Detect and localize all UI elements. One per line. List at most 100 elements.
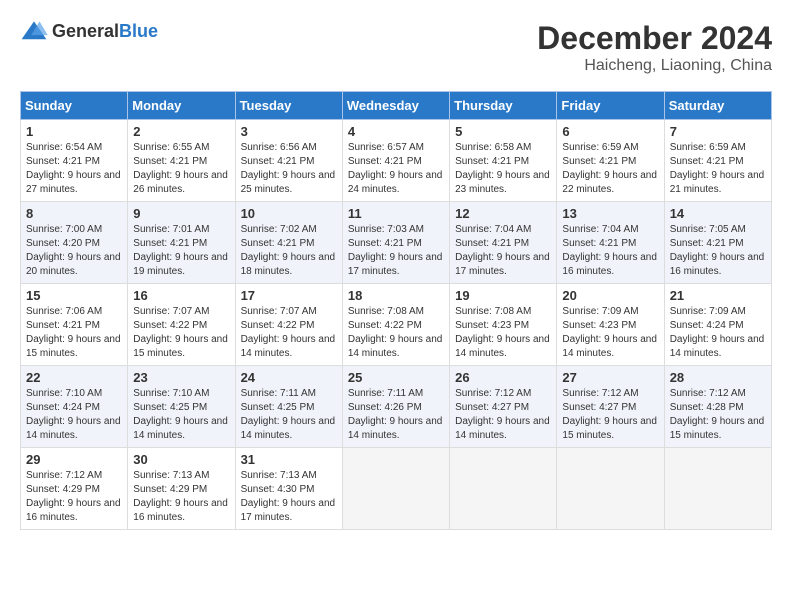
calendar-day-cell: 30 Sunrise: 7:13 AM Sunset: 4:29 PM Dayl… bbox=[128, 448, 235, 530]
day-number: 2 bbox=[133, 124, 229, 139]
logo: GeneralBlue bbox=[20, 20, 158, 42]
weekday-header-thursday: Thursday bbox=[450, 92, 557, 120]
day-number: 21 bbox=[670, 288, 766, 303]
weekday-header-friday: Friday bbox=[557, 92, 664, 120]
calendar-day-cell bbox=[557, 448, 664, 530]
day-number: 23 bbox=[133, 370, 229, 385]
weekday-header-row: SundayMondayTuesdayWednesdayThursdayFrid… bbox=[21, 92, 772, 120]
day-info: Sunrise: 7:05 AM Sunset: 4:21 PM Dayligh… bbox=[670, 224, 765, 277]
weekday-header-monday: Monday bbox=[128, 92, 235, 120]
calendar-day-cell: 18 Sunrise: 7:08 AM Sunset: 4:22 PM Dayl… bbox=[342, 284, 449, 366]
day-number: 5 bbox=[455, 124, 551, 139]
calendar-day-cell: 26 Sunrise: 7:12 AM Sunset: 4:27 PM Dayl… bbox=[450, 366, 557, 448]
day-number: 29 bbox=[26, 452, 122, 467]
calendar-day-cell: 12 Sunrise: 7:04 AM Sunset: 4:21 PM Dayl… bbox=[450, 202, 557, 284]
day-number: 11 bbox=[348, 206, 444, 221]
calendar-day-cell: 25 Sunrise: 7:11 AM Sunset: 4:26 PM Dayl… bbox=[342, 366, 449, 448]
weekday-header-saturday: Saturday bbox=[664, 92, 771, 120]
calendar-table: SundayMondayTuesdayWednesdayThursdayFrid… bbox=[20, 91, 772, 530]
calendar-day-cell: 20 Sunrise: 7:09 AM Sunset: 4:23 PM Dayl… bbox=[557, 284, 664, 366]
day-info: Sunrise: 7:09 AM Sunset: 4:23 PM Dayligh… bbox=[562, 306, 657, 359]
day-number: 7 bbox=[670, 124, 766, 139]
day-info: Sunrise: 7:11 AM Sunset: 4:25 PM Dayligh… bbox=[241, 388, 336, 441]
day-number: 14 bbox=[670, 206, 766, 221]
calendar-day-cell: 10 Sunrise: 7:02 AM Sunset: 4:21 PM Dayl… bbox=[235, 202, 342, 284]
calendar-day-cell: 8 Sunrise: 7:00 AM Sunset: 4:20 PM Dayli… bbox=[21, 202, 128, 284]
day-number: 24 bbox=[241, 370, 337, 385]
calendar-day-cell: 27 Sunrise: 7:12 AM Sunset: 4:27 PM Dayl… bbox=[557, 366, 664, 448]
calendar-week-row: 15 Sunrise: 7:06 AM Sunset: 4:21 PM Dayl… bbox=[21, 284, 772, 366]
day-number: 8 bbox=[26, 206, 122, 221]
day-info: Sunrise: 7:06 AM Sunset: 4:21 PM Dayligh… bbox=[26, 306, 121, 359]
title-block: December 2024 Haicheng, Liaoning, China bbox=[537, 20, 772, 75]
weekday-header-sunday: Sunday bbox=[21, 92, 128, 120]
day-info: Sunrise: 7:09 AM Sunset: 4:24 PM Dayligh… bbox=[670, 306, 765, 359]
day-info: Sunrise: 7:04 AM Sunset: 4:21 PM Dayligh… bbox=[562, 224, 657, 277]
day-info: Sunrise: 7:10 AM Sunset: 4:25 PM Dayligh… bbox=[133, 388, 228, 441]
day-number: 19 bbox=[455, 288, 551, 303]
calendar-week-row: 22 Sunrise: 7:10 AM Sunset: 4:24 PM Dayl… bbox=[21, 366, 772, 448]
calendar-day-cell bbox=[342, 448, 449, 530]
location-title: Haicheng, Liaoning, China bbox=[537, 57, 772, 75]
calendar-week-row: 8 Sunrise: 7:00 AM Sunset: 4:20 PM Dayli… bbox=[21, 202, 772, 284]
day-info: Sunrise: 7:07 AM Sunset: 4:22 PM Dayligh… bbox=[241, 306, 336, 359]
calendar-day-cell: 14 Sunrise: 7:05 AM Sunset: 4:21 PM Dayl… bbox=[664, 202, 771, 284]
day-info: Sunrise: 6:54 AM Sunset: 4:21 PM Dayligh… bbox=[26, 142, 121, 195]
calendar-day-cell: 3 Sunrise: 6:56 AM Sunset: 4:21 PM Dayli… bbox=[235, 120, 342, 202]
day-info: Sunrise: 6:55 AM Sunset: 4:21 PM Dayligh… bbox=[133, 142, 228, 195]
day-info: Sunrise: 7:12 AM Sunset: 4:27 PM Dayligh… bbox=[562, 388, 657, 441]
day-info: Sunrise: 7:11 AM Sunset: 4:26 PM Dayligh… bbox=[348, 388, 443, 441]
weekday-header-wednesday: Wednesday bbox=[342, 92, 449, 120]
day-number: 27 bbox=[562, 370, 658, 385]
calendar-day-cell: 5 Sunrise: 6:58 AM Sunset: 4:21 PM Dayli… bbox=[450, 120, 557, 202]
day-info: Sunrise: 7:04 AM Sunset: 4:21 PM Dayligh… bbox=[455, 224, 550, 277]
month-title: December 2024 bbox=[537, 20, 772, 57]
calendar-day-cell: 21 Sunrise: 7:09 AM Sunset: 4:24 PM Dayl… bbox=[664, 284, 771, 366]
day-number: 6 bbox=[562, 124, 658, 139]
day-number: 9 bbox=[133, 206, 229, 221]
day-number: 17 bbox=[241, 288, 337, 303]
day-number: 28 bbox=[670, 370, 766, 385]
day-info: Sunrise: 7:08 AM Sunset: 4:23 PM Dayligh… bbox=[455, 306, 550, 359]
calendar-day-cell: 17 Sunrise: 7:07 AM Sunset: 4:22 PM Dayl… bbox=[235, 284, 342, 366]
day-number: 26 bbox=[455, 370, 551, 385]
calendar-day-cell: 9 Sunrise: 7:01 AM Sunset: 4:21 PM Dayli… bbox=[128, 202, 235, 284]
day-info: Sunrise: 7:13 AM Sunset: 4:29 PM Dayligh… bbox=[133, 470, 228, 523]
weekday-header-tuesday: Tuesday bbox=[235, 92, 342, 120]
day-info: Sunrise: 6:56 AM Sunset: 4:21 PM Dayligh… bbox=[241, 142, 336, 195]
calendar-week-row: 29 Sunrise: 7:12 AM Sunset: 4:29 PM Dayl… bbox=[21, 448, 772, 530]
calendar-day-cell: 19 Sunrise: 7:08 AM Sunset: 4:23 PM Dayl… bbox=[450, 284, 557, 366]
logo-blue: Blue bbox=[119, 21, 158, 41]
day-info: Sunrise: 7:10 AM Sunset: 4:24 PM Dayligh… bbox=[26, 388, 121, 441]
calendar-week-row: 1 Sunrise: 6:54 AM Sunset: 4:21 PM Dayli… bbox=[21, 120, 772, 202]
calendar-day-cell: 24 Sunrise: 7:11 AM Sunset: 4:25 PM Dayl… bbox=[235, 366, 342, 448]
day-info: Sunrise: 7:12 AM Sunset: 4:29 PM Dayligh… bbox=[26, 470, 121, 523]
day-number: 22 bbox=[26, 370, 122, 385]
day-info: Sunrise: 7:03 AM Sunset: 4:21 PM Dayligh… bbox=[348, 224, 443, 277]
calendar-day-cell: 2 Sunrise: 6:55 AM Sunset: 4:21 PM Dayli… bbox=[128, 120, 235, 202]
day-info: Sunrise: 7:00 AM Sunset: 4:20 PM Dayligh… bbox=[26, 224, 121, 277]
day-info: Sunrise: 7:08 AM Sunset: 4:22 PM Dayligh… bbox=[348, 306, 443, 359]
calendar-day-cell: 22 Sunrise: 7:10 AM Sunset: 4:24 PM Dayl… bbox=[21, 366, 128, 448]
day-info: Sunrise: 7:12 AM Sunset: 4:27 PM Dayligh… bbox=[455, 388, 550, 441]
calendar-day-cell: 16 Sunrise: 7:07 AM Sunset: 4:22 PM Dayl… bbox=[128, 284, 235, 366]
day-number: 25 bbox=[348, 370, 444, 385]
logo-icon bbox=[20, 20, 48, 42]
day-info: Sunrise: 7:07 AM Sunset: 4:22 PM Dayligh… bbox=[133, 306, 228, 359]
calendar-day-cell: 6 Sunrise: 6:59 AM Sunset: 4:21 PM Dayli… bbox=[557, 120, 664, 202]
day-info: Sunrise: 6:57 AM Sunset: 4:21 PM Dayligh… bbox=[348, 142, 443, 195]
day-number: 13 bbox=[562, 206, 658, 221]
day-number: 18 bbox=[348, 288, 444, 303]
day-number: 20 bbox=[562, 288, 658, 303]
calendar-day-cell: 13 Sunrise: 7:04 AM Sunset: 4:21 PM Dayl… bbox=[557, 202, 664, 284]
day-info: Sunrise: 6:59 AM Sunset: 4:21 PM Dayligh… bbox=[670, 142, 765, 195]
day-number: 10 bbox=[241, 206, 337, 221]
calendar-day-cell: 15 Sunrise: 7:06 AM Sunset: 4:21 PM Dayl… bbox=[21, 284, 128, 366]
day-info: Sunrise: 6:58 AM Sunset: 4:21 PM Dayligh… bbox=[455, 142, 550, 195]
page-header: GeneralBlue December 2024 Haicheng, Liao… bbox=[20, 20, 772, 75]
calendar-day-cell: 11 Sunrise: 7:03 AM Sunset: 4:21 PM Dayl… bbox=[342, 202, 449, 284]
calendar-day-cell: 1 Sunrise: 6:54 AM Sunset: 4:21 PM Dayli… bbox=[21, 120, 128, 202]
logo-general: General bbox=[52, 21, 119, 41]
day-info: Sunrise: 6:59 AM Sunset: 4:21 PM Dayligh… bbox=[562, 142, 657, 195]
day-info: Sunrise: 7:12 AM Sunset: 4:28 PM Dayligh… bbox=[670, 388, 765, 441]
